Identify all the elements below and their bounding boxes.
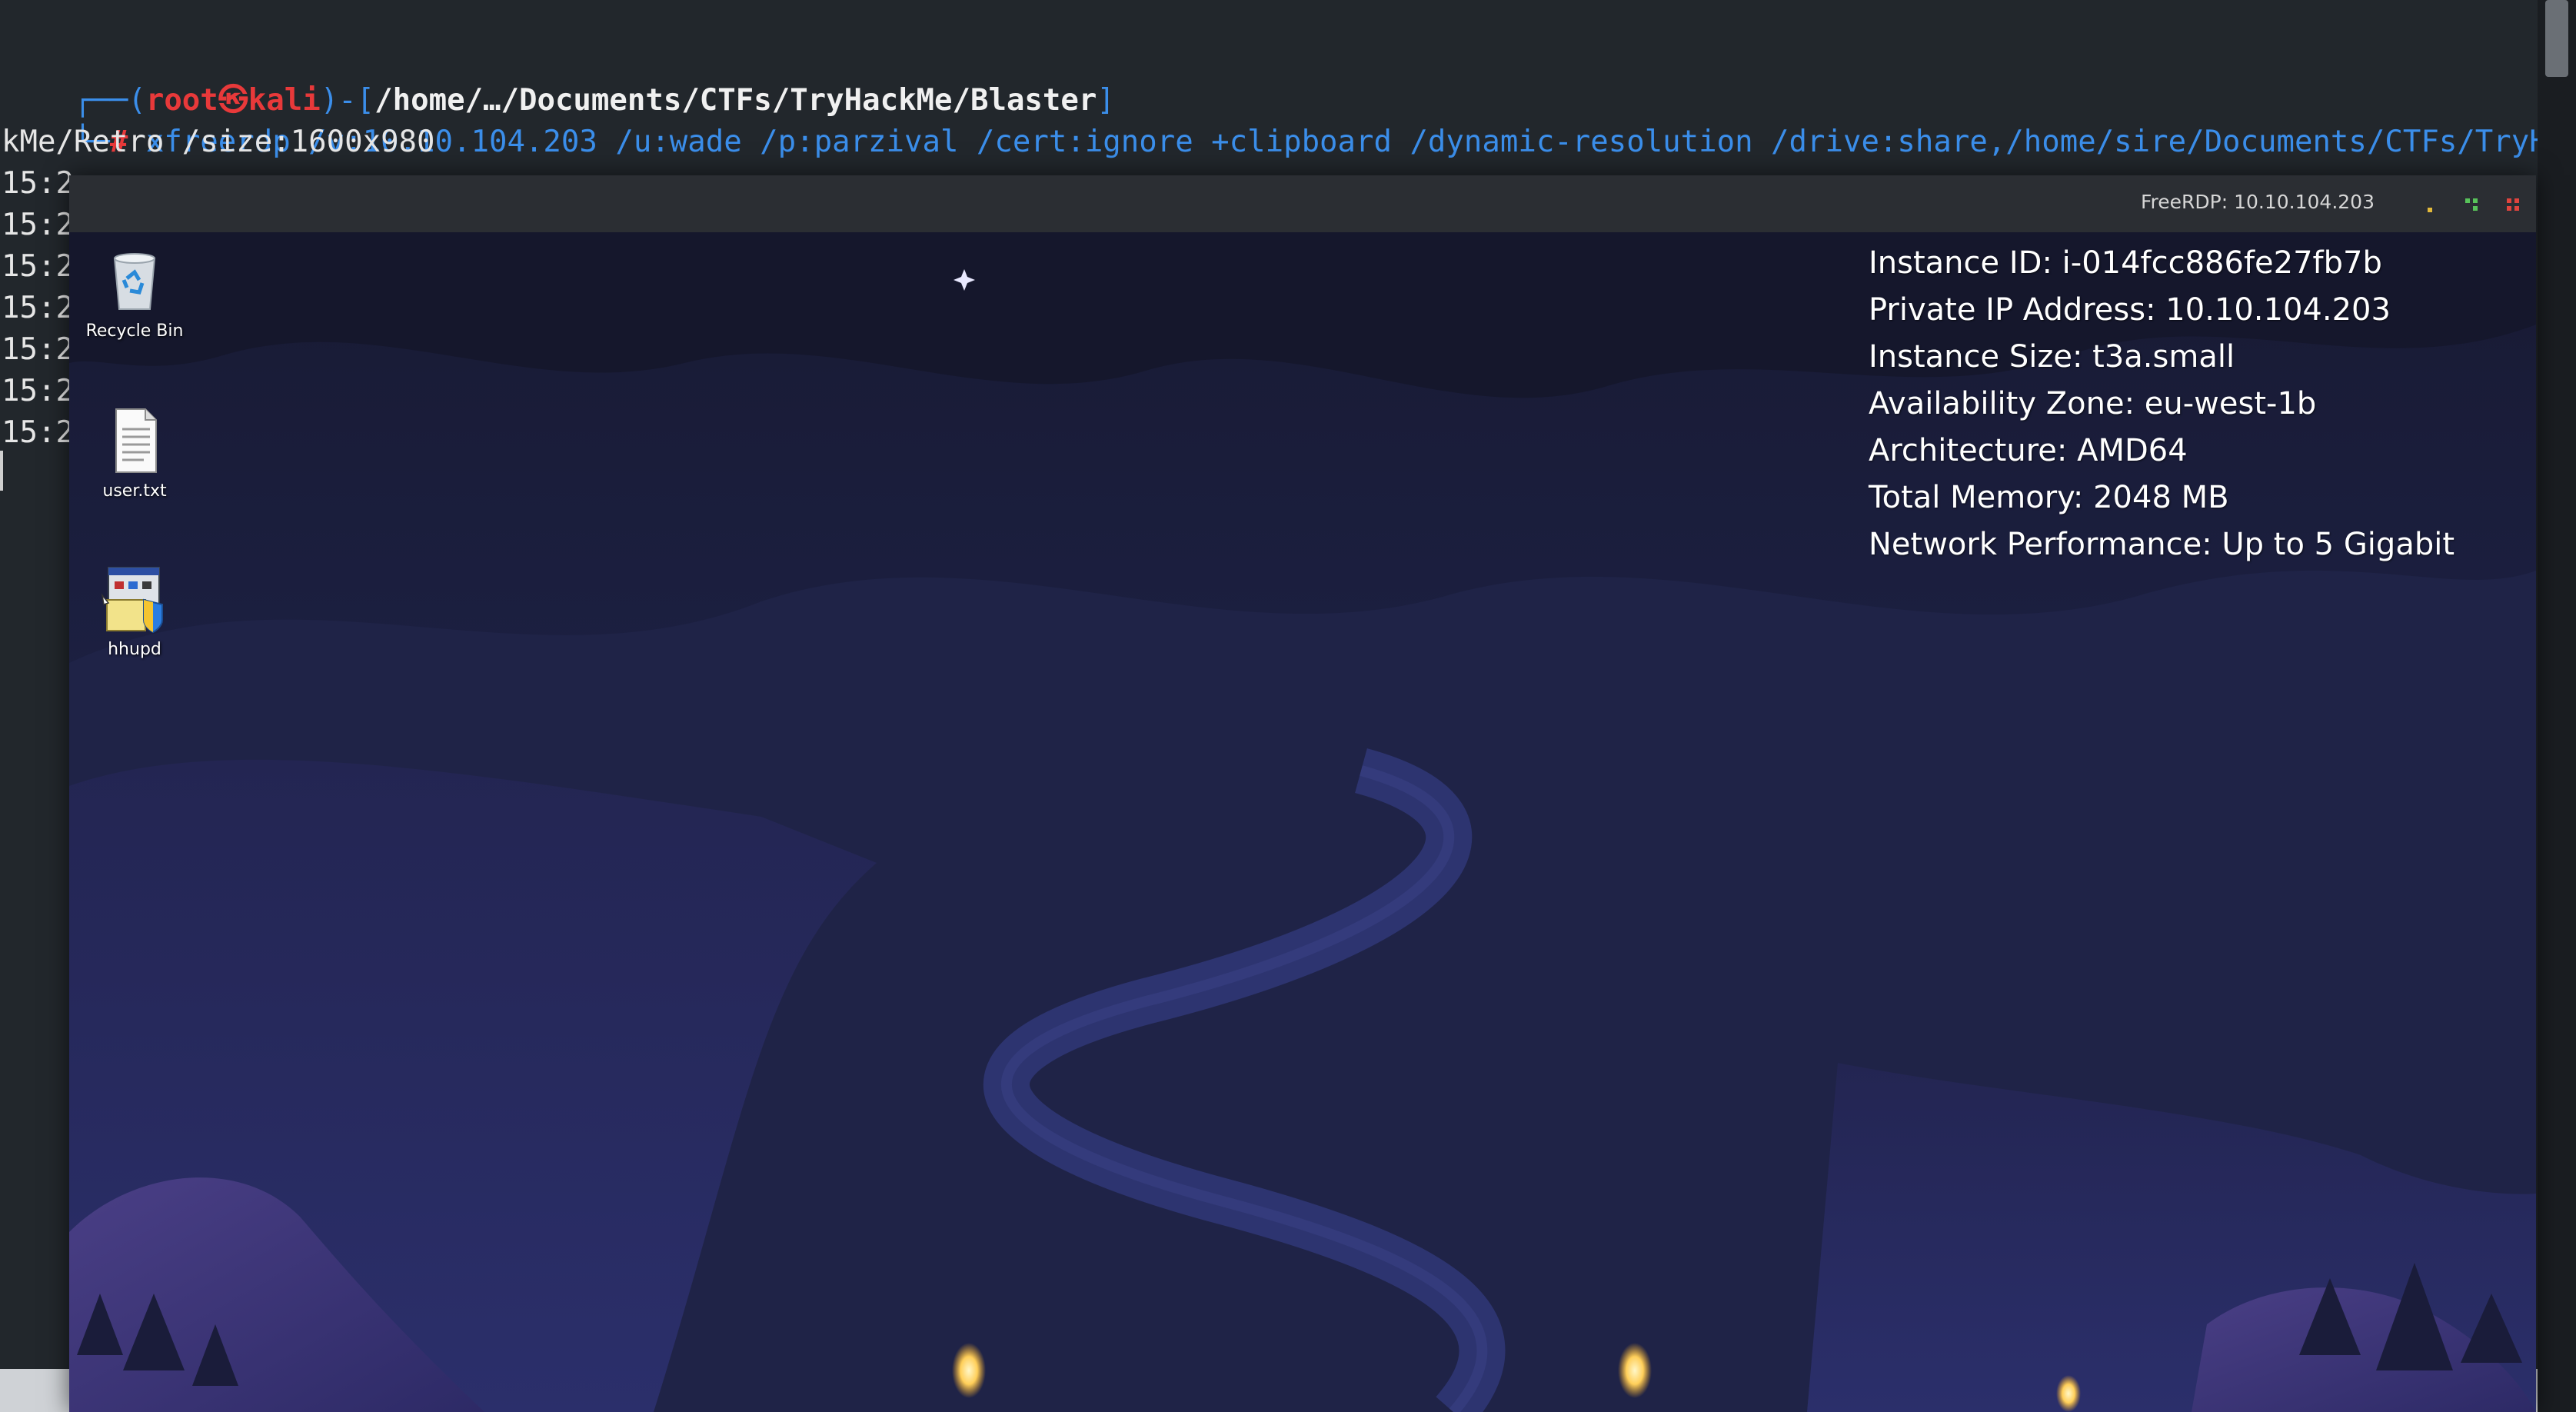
log-line: 15:2 bbox=[2, 208, 74, 242]
installer-app-icon bbox=[98, 561, 171, 635]
command-text: xfreerdp /v:10.10.104.203 /u:wade /p:par… bbox=[128, 125, 2566, 159]
terminal-scrollbar[interactable] bbox=[2538, 0, 2576, 1412]
log-line: 15:2 bbox=[2, 291, 74, 325]
terminal-cursor bbox=[0, 451, 3, 491]
instance-id-text: Instance ID: i-014fcc886fe27fb7b bbox=[1869, 245, 2382, 281]
log-line: 15:2 bbox=[2, 249, 74, 284]
private-ip-text: Private IP Address: 10.10.104.203 bbox=[1869, 292, 2391, 328]
desktop-icon-recycle-bin[interactable]: Recycle Bin bbox=[69, 243, 200, 341]
remote-desktop[interactable]: Recycle Bin user.txt hhupd Instance ID: … bbox=[69, 232, 2536, 1412]
recycle-bin-icon bbox=[98, 243, 171, 317]
close-icon[interactable] bbox=[2498, 189, 2528, 220]
total-memory-text: Total Memory: 2048 MB bbox=[1869, 480, 2229, 515]
freerdp-window[interactable]: FreeRDP: 10.10.104.203 Recycle Bin user.… bbox=[69, 175, 2536, 1412]
desktop-icon-hhupd[interactable]: hhupd bbox=[69, 561, 200, 659]
availability-zone-text: Availability Zone: eu-west-1b bbox=[1869, 386, 2317, 421]
desktop-icon-user-txt[interactable]: user.txt bbox=[69, 403, 200, 501]
network-performance-text: Network Performance: Up to 5 Gigabit bbox=[1869, 527, 2455, 562]
instance-size-text: Instance Size: t3a.small bbox=[1869, 339, 2235, 375]
text-file-icon bbox=[98, 403, 171, 477]
command-continuation: kMe/Retro /size:1600x980 bbox=[2, 125, 435, 159]
desktop-icon-label: Recycle Bin bbox=[85, 321, 184, 341]
desktop-icon-label: hhupd bbox=[108, 640, 161, 659]
desktop-icon-label: user.txt bbox=[102, 481, 167, 501]
window-title: FreeRDP: 10.10.104.203 bbox=[2140, 191, 2375, 213]
architecture-text: Architecture: AMD64 bbox=[1869, 433, 2188, 468]
log-line: 15:2 bbox=[2, 332, 74, 367]
scrollbar-thumb[interactable] bbox=[2545, 0, 2568, 77]
log-line: 15:2 bbox=[2, 166, 74, 201]
window-titlebar[interactable]: FreeRDP: 10.10.104.203 bbox=[69, 175, 2536, 232]
log-line: 15:2 bbox=[2, 415, 74, 450]
minimize-icon[interactable] bbox=[2415, 189, 2445, 220]
maximize-icon[interactable] bbox=[2456, 189, 2487, 220]
instance-info-panel: Instance ID: i-014fcc886fe27fb7b Private… bbox=[1869, 240, 2455, 568]
log-line: 15:2 bbox=[2, 374, 74, 408]
